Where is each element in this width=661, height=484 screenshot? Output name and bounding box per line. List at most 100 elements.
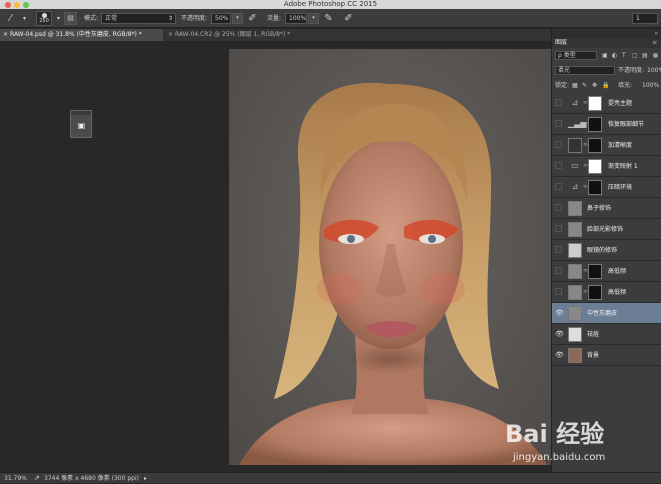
- layer-mask-thumbnail[interactable]: [588, 180, 602, 195]
- curves-adjustment-icon: ⊿: [571, 182, 579, 191]
- layer-name: 背景: [587, 352, 600, 359]
- blend-mode-select[interactable]: 柔光: [555, 66, 615, 75]
- layer-name: 眼镜的修饰: [587, 247, 618, 254]
- layer-name: 加清晰度: [608, 142, 633, 149]
- layer-row[interactable]: ∞ 加清晰度: [552, 135, 661, 156]
- zoom-level[interactable]: 31.79%: [4, 473, 27, 484]
- layer-thumbnail[interactable]: [568, 327, 582, 342]
- layer-thumbnail[interactable]: [568, 306, 582, 321]
- layer-mask-thumbnail[interactable]: [588, 138, 602, 153]
- opacity-input[interactable]: 50%: [211, 13, 231, 24]
- tab-raw-04-cr2[interactable]: × RAW-04.CR2 @ 25% (图层 1, RGB/8*) *: [165, 29, 315, 41]
- layer-mask-thumbnail[interactable]: [588, 96, 602, 111]
- opacity-dropdown-icon[interactable]: ▾: [232, 13, 243, 24]
- layer-row[interactable]: ∞ 高低频: [552, 282, 661, 303]
- layer-row[interactable]: 鼻子修饰: [552, 198, 661, 219]
- floating-panel-header[interactable]: [71, 111, 91, 115]
- layer-row[interactable]: ⊿ ∞ 提亮主题: [552, 93, 661, 114]
- layer-thumbnail[interactable]: [568, 264, 582, 279]
- document-image[interactable]: [229, 49, 551, 465]
- flow-dropdown-icon[interactable]: ▾: [308, 13, 319, 24]
- filter-smart-object-icon[interactable]: ▤: [642, 49, 648, 62]
- doc-info-menu-icon[interactable]: ▸: [144, 473, 147, 484]
- lock-row: 锁定: ▦ ✎ ✥ 🔒 填充: 100%: [552, 79, 661, 92]
- filter-shape-icon[interactable]: ▢: [632, 49, 638, 62]
- visibility-toggle[interactable]: [555, 267, 562, 274]
- fill-label: 填充:: [618, 82, 633, 89]
- visibility-toggle[interactable]: [555, 141, 562, 148]
- workspace-field[interactable]: 1: [632, 13, 658, 24]
- lock-image-icon[interactable]: ✎: [582, 79, 587, 92]
- panel-menu-icon[interactable]: ≡: [652, 38, 657, 48]
- airbrush-icon[interactable]: ✎: [322, 12, 335, 25]
- left-cheek-blush: [317, 273, 361, 305]
- filter-kind-select[interactable]: ρ 类型: [555, 51, 597, 60]
- layer-thumbnail[interactable]: [568, 138, 582, 153]
- layer-mask-thumbnail[interactable]: [588, 285, 602, 300]
- layer-row[interactable]: 👁 背景: [552, 345, 661, 366]
- fill-value[interactable]: 100%: [642, 79, 659, 92]
- brush-tool-icon[interactable]: ⁄: [4, 12, 17, 25]
- doc-info-arrow-icon[interactable]: ⇗: [34, 473, 40, 484]
- layer-row[interactable]: 脸部光影修饰: [552, 219, 661, 240]
- visibility-toggle[interactable]: [555, 162, 562, 169]
- layer-thumbnail[interactable]: [568, 222, 582, 237]
- filter-toggle-icon[interactable]: [653, 53, 658, 58]
- collapse-panel-icon[interactable]: »: [654, 29, 658, 38]
- layer-mask-thumbnail[interactable]: [588, 264, 602, 279]
- mode-select[interactable]: 正常 ⇕: [101, 13, 176, 24]
- watermark: Bai 经验 jingyan.baidu.com: [505, 420, 655, 470]
- layer-name: 中性灰磨皮: [587, 310, 618, 317]
- panel-icon[interactable]: ▣: [77, 121, 86, 130]
- visibility-toggle[interactable]: [555, 183, 562, 190]
- tab-close-icon[interactable]: ×: [3, 31, 8, 38]
- visibility-toggle[interactable]: [555, 204, 562, 211]
- layer-row[interactable]: ▭ ∞ 渐变映射 1: [552, 156, 661, 177]
- lock-transparency-icon[interactable]: ▦: [572, 79, 578, 92]
- layer-filter-row: ρ 类型 ▣ ◐ T ▢ ▤: [552, 49, 661, 62]
- layer-opacity-value[interactable]: 100%: [647, 64, 661, 77]
- eye-icon[interactable]: 👁: [555, 309, 564, 317]
- lock-position-icon[interactable]: ✥: [592, 79, 597, 92]
- eye-icon[interactable]: 👁: [555, 330, 564, 338]
- tool-preset-chevron-icon[interactable]: ▾: [18, 12, 31, 25]
- layer-thumbnail[interactable]: [568, 348, 582, 363]
- pressure-size-icon[interactable]: ✐: [342, 12, 355, 25]
- layer-thumbnail[interactable]: [568, 285, 582, 300]
- layer-row[interactable]: ∞ 高低频: [552, 261, 661, 282]
- layer-row-selected[interactable]: 👁 中性灰磨皮: [552, 303, 661, 324]
- tab-raw-04-psd[interactable]: × RAW-04.psd @ 31.8% (中性灰磨皮, RGB/8*) *: [0, 29, 163, 41]
- visibility-toggle[interactable]: [555, 246, 562, 253]
- eye-icon[interactable]: 👁: [555, 351, 564, 359]
- lock-all-icon[interactable]: 🔒: [602, 79, 609, 92]
- visibility-toggle[interactable]: [555, 225, 562, 232]
- watermark-brand: Bai 经验: [505, 420, 605, 448]
- layers-panel: » 图层 ≡ ρ 类型 ▣ ◐ T ▢ ▤ 柔光 不透明度: 100% 锁定: …: [551, 29, 661, 472]
- levels-adjustment-icon: ▁▃▅: [568, 119, 587, 128]
- filter-type-icon[interactable]: T: [622, 49, 626, 62]
- filter-pixel-icon[interactable]: ▣: [602, 49, 608, 62]
- visibility-toggle[interactable]: [555, 288, 562, 295]
- layer-row[interactable]: ▁▃▅ ∞ 恢复眼部细节: [552, 114, 661, 135]
- visibility-toggle[interactable]: [555, 99, 562, 106]
- layer-name: 压暗环境: [608, 184, 633, 191]
- layer-row[interactable]: 👁 祛痘: [552, 324, 661, 345]
- layer-mask-thumbnail[interactable]: [588, 159, 602, 174]
- left-iris: [347, 235, 355, 243]
- floating-tool-panel[interactable]: ▣: [70, 110, 92, 138]
- layer-row[interactable]: ⊿ ∞ 压暗环境: [552, 177, 661, 198]
- layer-mask-thumbnail[interactable]: [588, 117, 602, 132]
- layer-thumbnail[interactable]: [568, 201, 582, 216]
- layer-name: 恢复眼部细节: [608, 121, 645, 128]
- brush-panel-toggle-icon[interactable]: ▤: [64, 12, 77, 25]
- tab-close-icon[interactable]: ×: [168, 31, 173, 38]
- filter-adjustment-icon[interactable]: ◐: [612, 49, 617, 62]
- flow-input[interactable]: 100%: [285, 13, 307, 24]
- layers-panel-tab[interactable]: 图层 ≡: [552, 38, 661, 48]
- brush-size-picker[interactable]: 250: [36, 11, 52, 26]
- layer-row[interactable]: 眼镜的修饰: [552, 240, 661, 261]
- visibility-toggle[interactable]: [555, 120, 562, 127]
- layer-thumbnail[interactable]: [568, 243, 582, 258]
- window-title: Adobe Photoshop CC 2015: [283, 0, 378, 8]
- pressure-opacity-icon[interactable]: ✐: [246, 12, 259, 25]
